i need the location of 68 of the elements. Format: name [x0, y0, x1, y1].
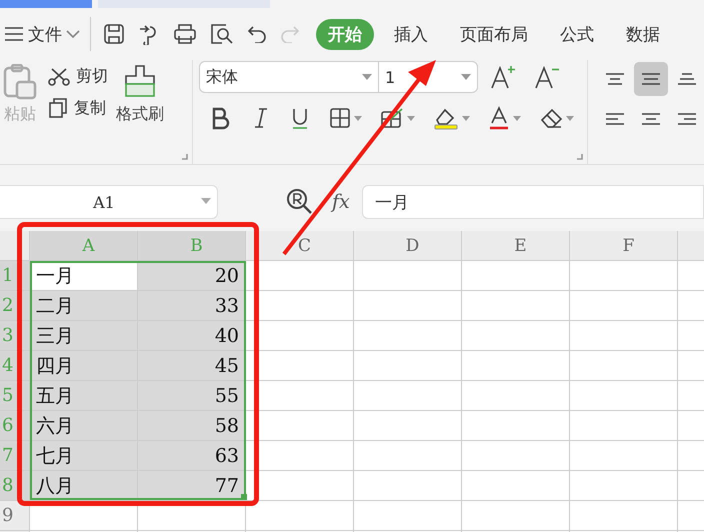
table-cell: 五月 [30, 381, 138, 410]
dialog-launcher-icon[interactable] [577, 154, 583, 160]
caret-icon [407, 116, 415, 120]
table-cell: 55 [138, 381, 246, 410]
paint-bucket-icon [433, 106, 459, 130]
table-cell: 二月 [30, 291, 138, 320]
align-center-icon [641, 113, 661, 125]
table-cell: 58 [138, 411, 246, 440]
print-preview-icon[interactable] [210, 23, 234, 45]
menu-icon[interactable] [4, 26, 24, 42]
chevron-down-icon[interactable] [66, 30, 80, 38]
table-cell: 45 [138, 351, 246, 380]
dialog-launcher-icon[interactable] [182, 154, 188, 160]
font-decrease-icon [534, 64, 562, 90]
zoom-icon[interactable] [286, 188, 314, 216]
caret-icon [513, 116, 521, 120]
table-cell: 八月 [30, 471, 138, 500]
table-cell: 六月 [30, 411, 138, 440]
formula-field[interactable]: 一月 [362, 185, 704, 219]
caret-icon[interactable] [461, 74, 471, 80]
scissors-icon [48, 68, 70, 86]
name-box[interactable]: A1 [0, 185, 218, 219]
column-header[interactable]: E [462, 231, 570, 260]
function-label[interactable]: fx [332, 191, 350, 213]
table-cell: 33 [138, 291, 246, 320]
menu-tab[interactable]: 页面布局 [448, 18, 540, 50]
align-middle-button[interactable] [634, 62, 668, 96]
table-cell: 三月 [30, 321, 138, 350]
eraser-icon [539, 106, 563, 130]
menu-tab[interactable]: 插入 [382, 18, 440, 50]
caret-icon [354, 116, 362, 120]
copy-icon [48, 97, 68, 119]
align-bottom-icon [677, 73, 697, 85]
caret-icon [566, 116, 574, 120]
table-cell: 20 [138, 261, 246, 290]
undo-icon[interactable] [247, 25, 267, 43]
paintbrush-icon [124, 64, 156, 98]
print-icon[interactable] [173, 23, 197, 45]
align-top-icon [605, 73, 625, 85]
table-cell: 40 [138, 321, 246, 350]
cut-button[interactable]: 剪切 [48, 66, 108, 87]
file-menu[interactable]: 文件 [24, 22, 66, 46]
format-painter-button[interactable]: 格式刷 [116, 60, 164, 164]
column-header[interactable]: C [246, 231, 354, 260]
copy-button[interactable]: 复制 [48, 97, 108, 119]
grid-icon [329, 106, 351, 130]
clipboard-icon [3, 64, 37, 100]
menu-tab[interactable]: 数据 [614, 18, 672, 50]
font-increase-icon [490, 64, 518, 90]
caret-icon [462, 116, 470, 120]
save-icon[interactable] [103, 23, 125, 45]
column-header[interactable]: D [354, 231, 462, 260]
menu-tab[interactable]: 公式 [548, 18, 606, 50]
align-right-icon [677, 113, 697, 125]
row-header[interactable]: 9 [0, 501, 30, 530]
caret-icon[interactable] [362, 74, 372, 80]
table-cell: 七月 [30, 441, 138, 470]
menu-tab[interactable]: 开始 [316, 18, 374, 50]
table-cell: 63 [138, 441, 246, 470]
font-name-field[interactable]: 宋体 [199, 61, 379, 93]
font-color-icon [488, 106, 510, 130]
table-cell: 77 [138, 471, 246, 500]
align-left-icon [605, 113, 625, 125]
table-pen-icon [380, 106, 404, 130]
align-middle-icon [641, 73, 661, 85]
fill-handle[interactable] [241, 494, 247, 500]
column-header[interactable]: F [570, 231, 678, 260]
table-cell: 四月 [30, 351, 138, 380]
